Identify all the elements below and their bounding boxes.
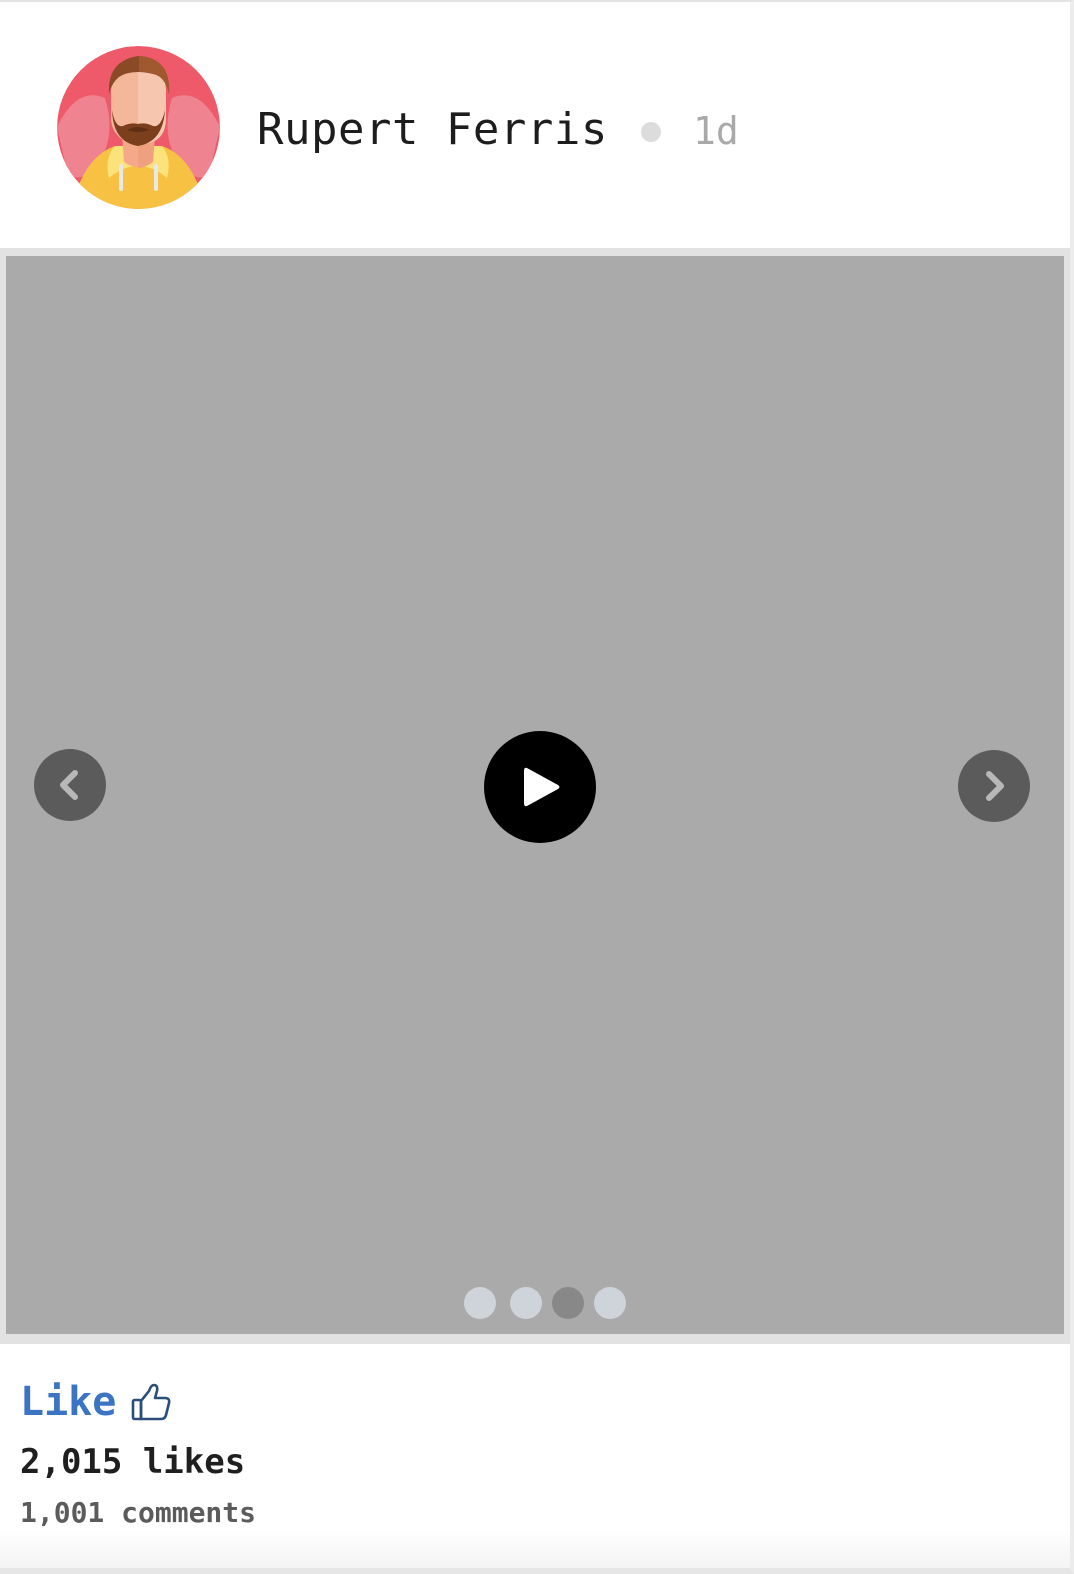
carousel-dot-2[interactable]: [510, 1287, 542, 1319]
like-label: Like: [20, 1379, 117, 1425]
play-icon: [524, 767, 560, 807]
media-carousel: [0, 248, 1070, 1344]
chevron-right-icon: [986, 771, 1004, 801]
carousel-indicators: [464, 1287, 626, 1319]
post-card: Rupert Ferris 1d Like 2,015 likes 1,001 …: [0, 0, 1074, 1574]
play-button[interactable]: [484, 731, 596, 843]
video-player[interactable]: [6, 256, 1064, 1334]
carousel-dot-4[interactable]: [594, 1287, 626, 1319]
carousel-dot-1[interactable]: [464, 1287, 496, 1319]
post-timestamp[interactable]: 1d: [693, 106, 739, 156]
avatar[interactable]: [57, 46, 220, 209]
carousel-dot-3-active[interactable]: [552, 1287, 584, 1319]
thumbs-up-icon: [132, 1383, 171, 1421]
post-footer: Like 2,015 likes 1,001 comments: [0, 1344, 1070, 1568]
author-name[interactable]: Rupert Ferris: [257, 100, 608, 160]
comments-count[interactable]: 1,001 comments: [20, 1494, 256, 1532]
bearded-man-avatar-icon: [57, 46, 220, 209]
post-header: Rupert Ferris 1d: [0, 2, 1070, 248]
likes-count[interactable]: 2,015 likes: [20, 1440, 245, 1484]
carousel-next-button[interactable]: [958, 750, 1030, 822]
chevron-left-icon: [60, 770, 78, 800]
separator-dot: [641, 122, 661, 142]
like-button[interactable]: Like: [20, 1374, 172, 1430]
carousel-prev-button[interactable]: [34, 749, 106, 821]
